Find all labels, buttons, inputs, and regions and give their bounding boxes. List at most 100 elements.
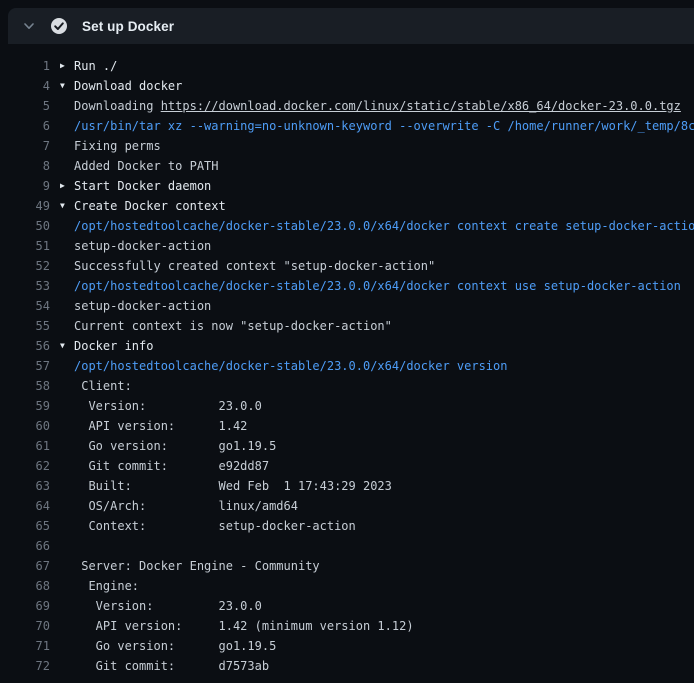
line-number[interactable]: 70 <box>0 616 50 636</box>
line-number[interactable]: 62 <box>0 456 50 476</box>
expand-triangle-icon[interactable]: ▶ <box>60 56 74 76</box>
log-group-row[interactable]: 1 ▶Run ./ <box>0 56 694 76</box>
line-number[interactable]: 63 <box>0 476 50 496</box>
line-number[interactable]: 55 <box>0 316 50 336</box>
log-text: Current context is now "setup-docker-act… <box>74 316 392 336</box>
chevron-down-icon[interactable] <box>22 19 36 33</box>
log-text: Git commit: e92dd87 <box>74 456 269 476</box>
collapse-triangle-icon[interactable]: ▼ <box>60 196 74 216</box>
log-text: Client: <box>74 376 132 396</box>
log-text: Docker info <box>74 336 153 356</box>
log-line-row: 65 Context: setup-docker-action <box>0 516 694 536</box>
log-line-row: 69 Version: 23.0.0 <box>0 596 694 616</box>
line-number[interactable]: 5 <box>0 96 50 116</box>
log-line-row: 60 API version: 1.42 <box>0 416 694 436</box>
log-text: OS/Arch: linux/amd64 <box>74 496 298 516</box>
line-number[interactable]: 66 <box>0 536 50 556</box>
log-text: Go version: go1.19.5 <box>74 436 276 456</box>
line-number[interactable]: 65 <box>0 516 50 536</box>
line-number[interactable]: 8 <box>0 156 50 176</box>
log-text: Fixing perms <box>74 136 161 156</box>
log-text: Successfully created context "setup-dock… <box>74 256 435 276</box>
log-text: Create Docker context <box>74 196 226 216</box>
log-line-row: 66 <box>0 536 694 556</box>
line-number[interactable]: 4 <box>0 76 50 96</box>
log-text: Git commit: d7573ab <box>74 656 269 676</box>
line-number[interactable]: 61 <box>0 436 50 456</box>
log-line-row: 71 Go version: go1.19.5 <box>0 636 694 656</box>
log-text: Version: 23.0.0 <box>74 396 262 416</box>
log-text: Start Docker daemon <box>74 176 211 196</box>
line-number[interactable]: 64 <box>0 496 50 516</box>
line-number[interactable]: 7 <box>0 136 50 156</box>
log-text: setup-docker-action <box>74 296 211 316</box>
log-line-row: 53/opt/hostedtoolcache/docker-stable/23.… <box>0 276 694 296</box>
log-line-row: 63 Built: Wed Feb 1 17:43:29 2023 <box>0 476 694 496</box>
log-command-text: /usr/bin/tar xz --warning=no-unknown-key… <box>74 116 694 136</box>
log-text: Engine: <box>74 576 139 596</box>
log-text: Run ./ <box>74 56 117 76</box>
log-line-row: 8Added Docker to PATH <box>0 156 694 176</box>
success-check-icon <box>50 17 68 35</box>
log-text: Go version: go1.19.5 <box>74 636 276 656</box>
log-line-row: 52 Successfully created context "setup-do… <box>0 256 694 276</box>
log-line-row: 51 setup-docker-action <box>0 236 694 256</box>
log-text: Built: Wed Feb 1 17:43:29 2023 <box>74 476 392 496</box>
line-number[interactable]: 9 <box>0 176 50 196</box>
log-line-row: 64 OS/Arch: linux/amd64 <box>0 496 694 516</box>
log-text: Context: setup-docker-action <box>74 516 356 536</box>
line-number[interactable]: 6 <box>0 116 50 136</box>
log-line-row: 61 Go version: go1.19.5 <box>0 436 694 456</box>
line-number[interactable]: 1 <box>0 56 50 76</box>
log-line-row: 62 Git commit: e92dd87 <box>0 456 694 476</box>
line-number[interactable]: 53 <box>0 276 50 296</box>
log-group-row[interactable]: 49 ▼Create Docker context <box>0 196 694 216</box>
expand-triangle-icon[interactable]: ▶ <box>60 176 74 196</box>
line-number[interactable]: 68 <box>0 576 50 596</box>
log-line-row: 7 Fixing perms <box>0 136 694 156</box>
line-number[interactable]: 67 <box>0 556 50 576</box>
log-text-segment: Downloading <box>74 99 161 113</box>
log-text: Server: Docker Engine - Community <box>74 556 320 576</box>
step-header[interactable]: Set up Docker <box>8 8 694 44</box>
log-line-row: 72 Git commit: d7573ab <box>0 656 694 676</box>
collapse-triangle-icon[interactable]: ▼ <box>60 76 74 96</box>
log-line-row: 68 Engine: <box>0 576 694 596</box>
log-line-row: 67 Server: Docker Engine - Community <box>0 556 694 576</box>
line-number[interactable]: 50 <box>0 216 50 236</box>
log-line-row: 5 Downloading https://download.docker.com… <box>0 96 694 116</box>
line-number[interactable]: 49 <box>0 196 50 216</box>
collapse-triangle-icon[interactable]: ▼ <box>60 336 74 356</box>
line-number[interactable]: 51 <box>0 236 50 256</box>
log-text: Version: 23.0.0 <box>74 596 262 616</box>
log-line-row: 55 Current context is now "setup-docker-a… <box>0 316 694 336</box>
log-command-text: /opt/hostedtoolcache/docker-stable/23.0.… <box>74 216 694 236</box>
log-line-row: 57/opt/hostedtoolcache/docker-stable/23.… <box>0 356 694 376</box>
log-group-row[interactable]: 9 ▶Start Docker daemon <box>0 176 694 196</box>
log-group-row[interactable]: 4 ▼Download docker <box>0 76 694 96</box>
line-number[interactable]: 69 <box>0 596 50 616</box>
log-link[interactable]: https://download.docker.com/linux/static… <box>161 99 681 113</box>
line-number[interactable]: 56 <box>0 336 50 356</box>
line-number[interactable]: 71 <box>0 636 50 656</box>
log-text: Downloading https://download.docker.com/… <box>74 96 681 116</box>
line-number[interactable]: 59 <box>0 396 50 416</box>
log-line-row: 59 Version: 23.0.0 <box>0 396 694 416</box>
line-number[interactable]: 57 <box>0 356 50 376</box>
log-text: Download docker <box>74 76 182 96</box>
line-number[interactable]: 72 <box>0 656 50 676</box>
log-line-row: 54 setup-docker-action <box>0 296 694 316</box>
line-number[interactable]: 52 <box>0 256 50 276</box>
log-line-row: 50/opt/hostedtoolcache/docker-stable/23.… <box>0 216 694 236</box>
log-line-row: 70 API version: 1.42 (minimum version 1.… <box>0 616 694 636</box>
line-number[interactable]: 58 <box>0 376 50 396</box>
line-number[interactable]: 60 <box>0 416 50 436</box>
log-text: setup-docker-action <box>74 236 211 256</box>
step-title: Set up Docker <box>82 19 174 34</box>
log-lines: 1▶Run ./4▼Download docker5Downloading ht… <box>0 44 694 676</box>
line-number[interactable]: 54 <box>0 296 50 316</box>
log-text: API version: 1.42 <box>74 416 247 436</box>
log-line-row: 58 Client: <box>0 376 694 396</box>
log-line-row: 6/usr/bin/tar xz --warning=no-unknown-ke… <box>0 116 694 136</box>
log-group-row[interactable]: 56 ▼Docker info <box>0 336 694 356</box>
